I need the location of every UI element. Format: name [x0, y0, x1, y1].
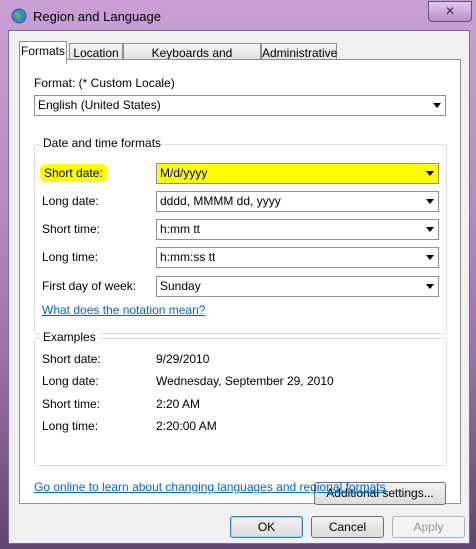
tab-label: Formats — [20, 44, 65, 58]
examples-title: Examples — [40, 330, 99, 344]
first-day-of-week-select[interactable]: Sunday — [156, 276, 439, 297]
example-long-time-value: 2:20:00 AM — [156, 419, 217, 433]
tab-formats[interactable]: Formats — [19, 41, 67, 64]
apply-button[interactable]: Apply — [392, 516, 465, 538]
first-day-of-week-label: First day of week: — [42, 279, 137, 293]
example-short-date-value: 9/29/2010 — [156, 352, 210, 366]
format-selected-value: English (United States) — [38, 98, 161, 112]
short-date-value: M/d/yyyy — [160, 166, 208, 180]
example-long-date-value: Wednesday, September 29, 2010 — [156, 374, 334, 388]
online-help-link[interactable]: Go online to learn about changing langua… — [34, 480, 386, 494]
short-time-label: Short time: — [42, 222, 101, 236]
example-long-date-label: Long date: — [42, 374, 99, 388]
close-icon: ✕ — [444, 4, 456, 18]
dropdown-arrow-icon — [426, 255, 434, 260]
close-button[interactable]: ✕ — [428, 1, 472, 22]
window-title: Region and Language — [33, 9, 161, 24]
dropdown-arrow-icon — [426, 199, 434, 204]
long-time-value: h:mm:ss tt — [160, 250, 216, 264]
dropdown-arrow-icon — [426, 227, 434, 232]
example-short-date-label: Short date: — [42, 352, 101, 366]
title-bar: Region and Language ✕ — [0, 0, 476, 32]
first-day-of-week-value: Sunday — [160, 279, 201, 293]
cancel-button[interactable]: Cancel — [311, 516, 384, 538]
formats-panel: Format: (* Custom Locale) English (Unite… — [19, 59, 461, 505]
format-label: Format: (* Custom Locale) — [34, 76, 175, 90]
date-time-formats-title: Date and time formats — [40, 136, 165, 150]
short-date-label: Short date: — [40, 164, 107, 182]
ok-button[interactable]: OK — [230, 516, 303, 538]
notation-help-link[interactable]: What does the notation mean? — [42, 303, 205, 317]
tab-label: Administrative — [262, 46, 338, 60]
cancel-label: Cancel — [328, 520, 367, 534]
format-select[interactable]: English (United States) — [34, 95, 446, 116]
long-date-select[interactable]: dddd, MMMM dd, yyyy — [156, 191, 439, 212]
example-short-time-value: 2:20 AM — [156, 397, 201, 411]
example-short-time-label: Short time: — [42, 397, 101, 411]
short-date-select[interactable]: M/d/yyyy — [156, 163, 439, 184]
dropdown-arrow-icon — [426, 171, 434, 176]
apply-label: Apply — [413, 520, 444, 534]
example-long-time-label: Long time: — [42, 419, 99, 433]
long-date-label: Long date: — [42, 194, 99, 208]
short-time-select[interactable]: h:mm tt — [156, 219, 439, 240]
dropdown-arrow-icon — [433, 103, 441, 108]
short-time-value: h:mm tt — [160, 222, 201, 236]
long-time-select[interactable]: h:mm:ss tt — [156, 247, 439, 268]
dialog-body: Formats Location Keyboards and Languages… — [8, 30, 470, 544]
long-date-value: dddd, MMMM dd, yyyy — [160, 194, 281, 208]
ok-label: OK — [257, 520, 276, 534]
globe-icon — [11, 8, 27, 24]
tab-label: Location — [73, 46, 119, 60]
dropdown-arrow-icon — [426, 284, 434, 289]
long-time-label: Long time: — [42, 250, 99, 264]
